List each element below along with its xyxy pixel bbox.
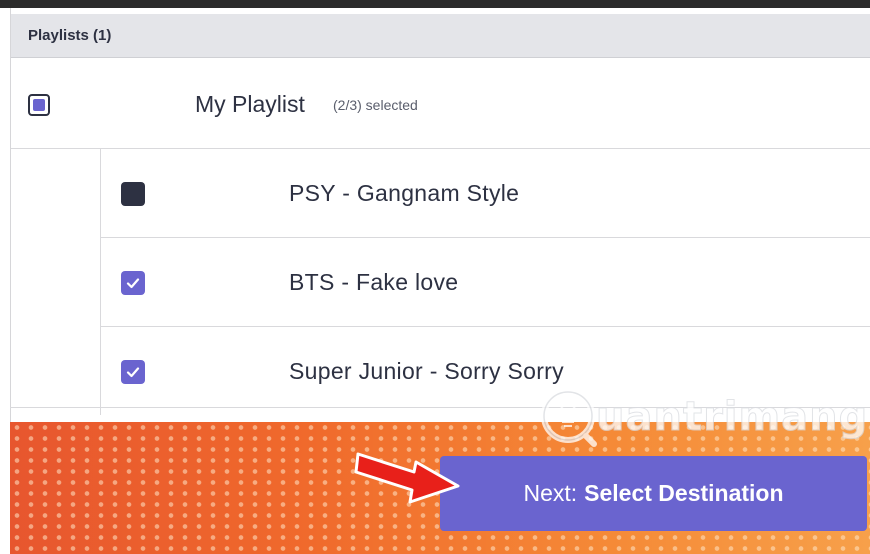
partial-selection-indicator — [33, 99, 45, 111]
watermark: uantrimang — [538, 384, 868, 450]
playlist-name: My Playlist — [195, 91, 305, 117]
track-checkbox[interactable] — [121, 360, 145, 384]
track-row[interactable]: BTS - Fake love — [101, 238, 870, 327]
window-top-bar — [0, 0, 870, 8]
next-button-label: Select Destination — [584, 480, 784, 506]
track-checkbox[interactable] — [121, 271, 145, 295]
left-margin — [0, 8, 10, 554]
track-checkbox[interactable] — [121, 182, 145, 206]
panel-title: Playlists (1) — [28, 27, 112, 44]
panel-header: Playlists (1) — [11, 14, 870, 58]
red-arrow-icon — [354, 452, 460, 504]
track-list: PSY - Gangnam Style BTS - Fake love Supe… — [100, 149, 870, 415]
next-select-destination-button[interactable]: Next: Select Destination — [440, 456, 867, 531]
track-name: PSY - Gangnam Style — [289, 180, 520, 206]
check-icon — [126, 367, 140, 378]
playlist-selection-count: (2/3) selected — [333, 97, 418, 113]
playlist-checkbox[interactable] — [28, 94, 50, 116]
track-name: BTS - Fake love — [289, 269, 459, 295]
track-row[interactable]: PSY - Gangnam Style — [101, 149, 870, 238]
lightbulb-logo-icon — [541, 389, 597, 447]
track-name: Super Junior - Sorry Sorry — [289, 358, 564, 384]
watermark-text: uantrimang — [595, 394, 869, 441]
playlists-panel: Playlists (1) My Playlist (2/3) selected… — [10, 8, 870, 422]
next-button-prefix: Next: — [523, 480, 578, 506]
playlist-row[interactable]: My Playlist (2/3) selected — [11, 58, 870, 149]
check-icon — [126, 278, 140, 289]
